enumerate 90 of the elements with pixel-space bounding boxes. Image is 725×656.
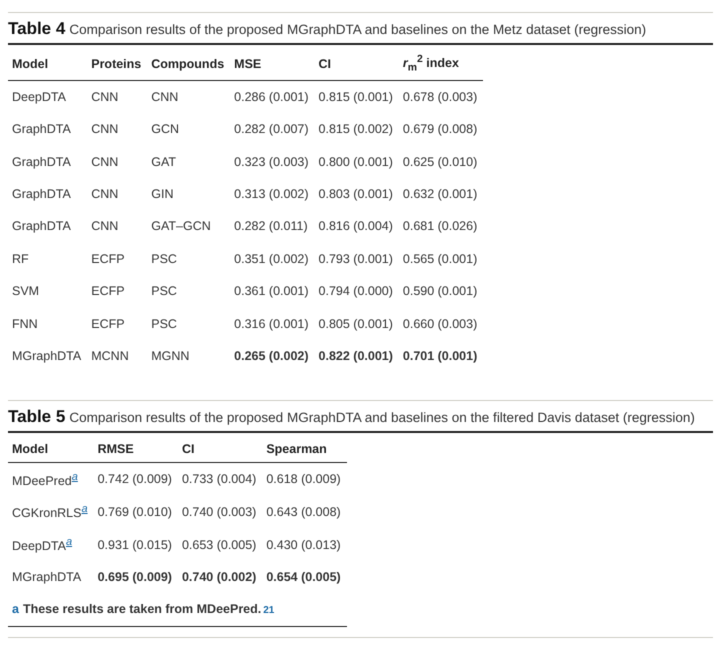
table-cell: 0.286 (0.001) bbox=[230, 80, 315, 114]
table-cell-text: 0.265 (0.002) bbox=[233, 348, 310, 365]
table-cell-text: 0.695 (0.009) bbox=[96, 569, 173, 586]
footnote-mark: a bbox=[12, 602, 19, 616]
table-cell-text: 0.800 (0.001) bbox=[318, 154, 394, 171]
table-cell-text: 0.282 (0.011) bbox=[233, 218, 309, 236]
table-cell-text: 0.803 (0.001) bbox=[318, 186, 394, 204]
column-header: MSE bbox=[230, 45, 315, 80]
table-cell-text: 0.740 (0.002) bbox=[180, 569, 258, 586]
table-cell-text: GraphDTA bbox=[11, 154, 72, 171]
table-cell: 0.815 (0.001) bbox=[314, 80, 399, 114]
reference-link[interactable]: 21 bbox=[263, 604, 274, 616]
table-cell-text: 0.351 (0.002) bbox=[233, 250, 310, 268]
table-cell: 0.742 (0.009) bbox=[94, 462, 178, 496]
footnote-link[interactable]: a bbox=[66, 536, 72, 548]
table-cell-text: MGraphDTA bbox=[11, 569, 82, 586]
table-cell-text: PSC bbox=[150, 316, 178, 333]
table-cell-text: CNN bbox=[90, 154, 120, 171]
table-cell-text: MCNN bbox=[90, 348, 130, 365]
table-cell-text: 0.793 (0.001) bbox=[318, 250, 394, 268]
table-cell: CNN bbox=[147, 80, 230, 114]
table-cell: 0.618 (0.009) bbox=[262, 462, 347, 496]
table-cell-text: PSC bbox=[150, 250, 178, 268]
table-cell-text: 0.643 (0.008) bbox=[265, 504, 342, 522]
table-label: Table 5 bbox=[8, 407, 66, 428]
table-caption: Comparison results of the proposed MGraphDTA and baselines on the Metz dataset (regression) bbox=[69, 22, 646, 37]
table-cell-text: SVM bbox=[11, 283, 40, 300]
table-cell-text: 0.313 (0.002) bbox=[233, 186, 310, 204]
table-cell-text: 0.931 (0.015) bbox=[96, 536, 173, 554]
table-cell-text: GraphDTA bbox=[11, 121, 72, 138]
table-cell-text: 0.805 (0.001) bbox=[318, 316, 394, 333]
table-cell-text: RF bbox=[11, 250, 30, 268]
table-cell: MDeePred$^{a}$ bbox=[8, 462, 94, 496]
table-cell-text: 0.794 (0.000) bbox=[318, 283, 394, 300]
table-cell: 0.678 (0.003) bbox=[398, 80, 484, 114]
column-header: CI bbox=[314, 45, 399, 80]
table-cell: DeepDTA bbox=[8, 80, 88, 114]
table-cell-text: 0.565 (0.001) bbox=[402, 250, 478, 268]
table-cell-text: 0.625 (0.010) bbox=[402, 154, 478, 171]
table-cell-text: 0.632 (0.001) bbox=[402, 186, 478, 204]
table-caption: Comparison results of the proposed MGraphDTA and baselines on the filtered Davis dataset (regression) bbox=[69, 410, 695, 426]
table-cell-text: ECFP bbox=[90, 250, 126, 268]
column-header: CI bbox=[178, 433, 262, 463]
column-header: Compounds bbox=[147, 45, 230, 80]
footnote-link[interactable]: a bbox=[72, 470, 78, 483]
table-cell-text: 0.361 (0.001) bbox=[233, 283, 310, 300]
table-cell: 0.733 (0.004) bbox=[178, 462, 262, 496]
table-cell-text: MGNN bbox=[150, 348, 190, 365]
column-header: Proteins bbox=[87, 45, 148, 80]
table-cell-text: GAT bbox=[150, 154, 178, 171]
table-cell-text: GIN bbox=[150, 186, 174, 204]
table-cell-text: CGKronRLS$^{a}$ bbox=[11, 502, 89, 523]
table-cell-text: CNN bbox=[90, 186, 120, 204]
table-label: Table 4 bbox=[8, 19, 66, 39]
table-cell-text: 0.316 (0.001) bbox=[233, 316, 310, 333]
table-cell-text: 0.430 (0.013) bbox=[265, 536, 342, 554]
table-cell-text: GAT–GCN bbox=[150, 218, 212, 236]
table-cell-text: 0.590 (0.001) bbox=[402, 283, 478, 300]
table-cell-text: GCN bbox=[150, 121, 180, 138]
table-cell-text: GraphDTA bbox=[11, 218, 72, 236]
column-header: Spearman bbox=[262, 433, 347, 463]
table-cell-text: 0.822 (0.001) bbox=[318, 348, 394, 365]
table-cell-text: MGraphDTA bbox=[11, 348, 82, 365]
footnote-link[interactable]: a bbox=[81, 503, 88, 516]
table-cell-text: FNN bbox=[11, 316, 39, 333]
table-cell-text: ECFP bbox=[90, 316, 126, 333]
table-cell-text: ECFP bbox=[90, 283, 126, 300]
table-cell: CNN bbox=[87, 80, 148, 114]
table-cell-text: PSC bbox=[150, 283, 178, 300]
column-header: Model bbox=[8, 45, 88, 80]
footnote-text: These results are taken from MDeePred. bbox=[22, 602, 262, 616]
table-cell-text: 0.681 (0.026) bbox=[402, 218, 478, 236]
column-header: RMSE bbox=[94, 433, 178, 463]
column-header: r$_{m}$$^{2}$ index bbox=[398, 45, 484, 80]
table-cell-text: GraphDTA bbox=[11, 186, 72, 204]
table-cell-text: 0.679 (0.008) bbox=[402, 121, 478, 138]
table-cell-text: CNN bbox=[90, 218, 120, 236]
column-header: Model bbox=[8, 433, 94, 463]
table-cell-text: 0.323 (0.003) bbox=[233, 154, 310, 171]
table-cell-text: 0.701 (0.001) bbox=[402, 348, 478, 365]
table-cell-text: 0.816 (0.004) bbox=[318, 218, 394, 236]
table-cell-text: DeepDTA$^{a}$ bbox=[11, 535, 74, 556]
table-cell-text: 0.654 (0.005) bbox=[265, 569, 342, 586]
table-cell-text: 0.660 (0.003) bbox=[402, 316, 478, 333]
table-cell-text: 0.740 (0.003) bbox=[180, 504, 258, 522]
table-cell-text: 0.282 (0.007) bbox=[233, 121, 310, 138]
table-cell-text: CNN bbox=[90, 121, 120, 138]
table-cell-text: 0.769 (0.010) bbox=[96, 504, 173, 522]
table-cell-text: 0.653 (0.005) bbox=[180, 536, 258, 554]
table-cell-text: 0.815 (0.002) bbox=[318, 121, 394, 138]
